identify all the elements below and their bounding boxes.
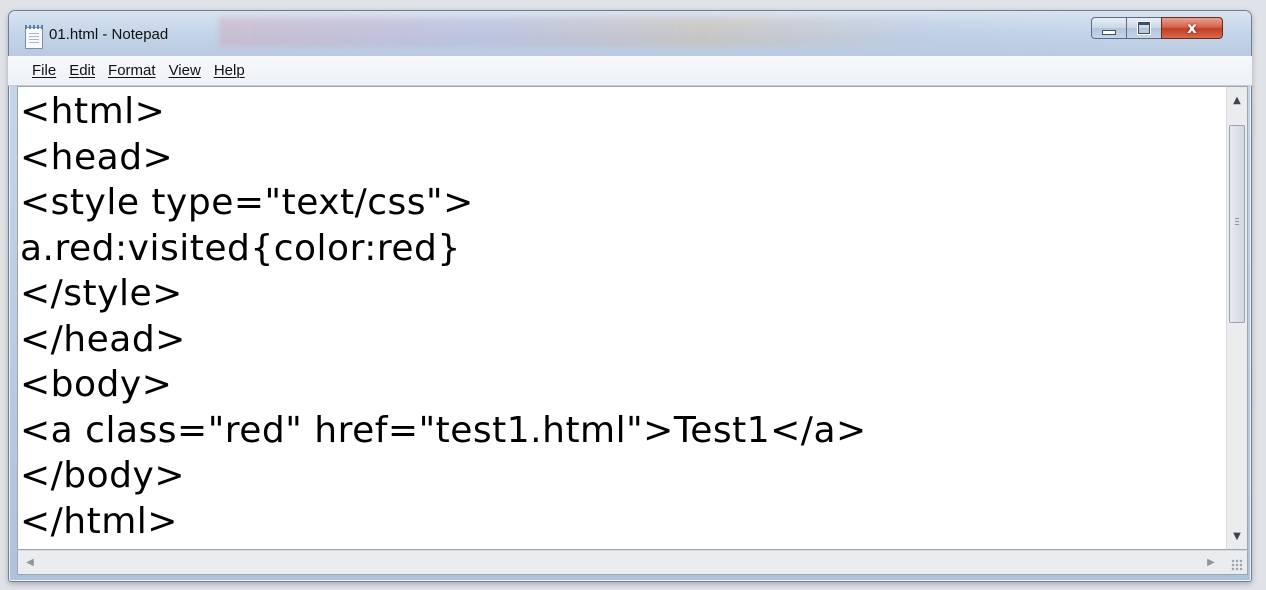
scroll-right-arrow-icon[interactable]: ▶ — [1201, 551, 1221, 574]
code-line[interactable]: <a class="red" href="test1.html">Test1</… — [20, 408, 1226, 454]
menu-file[interactable]: File — [32, 62, 56, 79]
scroll-up-arrow-icon[interactable]: ▲ — [1227, 91, 1247, 109]
code-line[interactable]: </html> — [20, 499, 1226, 545]
window-title: 01.html - Notepad — [49, 26, 169, 43]
code-line[interactable]: </style> — [20, 271, 1226, 317]
minimize-icon — [1102, 29, 1116, 35]
title-bar-background — [219, 17, 1099, 47]
menu-format[interactable]: Format — [108, 62, 156, 79]
menu-edit[interactable]: Edit — [69, 62, 95, 79]
code-line[interactable]: <body> — [20, 362, 1226, 408]
scroll-left-arrow-icon[interactable]: ◀ — [20, 551, 40, 574]
maximize-icon — [1138, 22, 1150, 34]
title-bar[interactable]: 01.html - Notepad x — [9, 11, 1251, 59]
maximize-button[interactable] — [1126, 17, 1162, 39]
vertical-scrollbar[interactable]: ▲ ▼ — [1226, 86, 1248, 550]
scroll-down-arrow-icon[interactable]: ▼ — [1227, 527, 1247, 545]
menu-view[interactable]: View — [169, 62, 201, 79]
close-icon: x — [1187, 19, 1197, 37]
code-line[interactable]: <head> — [20, 135, 1226, 181]
resize-grip-icon[interactable] — [1231, 559, 1243, 571]
menu-help[interactable]: Help — [214, 62, 245, 79]
code-content[interactable]: <html> <head> <style type="text/css"> a.… — [18, 87, 1226, 544]
minimize-button[interactable] — [1091, 17, 1127, 39]
code-line[interactable]: </head> — [20, 317, 1226, 363]
code-line[interactable]: a.red:visited{color:red} — [20, 226, 1226, 272]
menu-bar: File Edit Format View Help — [8, 56, 1252, 86]
vertical-scroll-thumb[interactable] — [1229, 125, 1245, 323]
close-button[interactable]: x — [1161, 17, 1223, 39]
horizontal-scrollbar[interactable]: ◀ ▶ — [17, 550, 1248, 575]
grip-icon — [1235, 218, 1239, 225]
code-line[interactable]: <style type="text/css"> — [20, 180, 1226, 226]
notepad-icon[interactable] — [25, 25, 43, 49]
text-editor[interactable]: <html> <head> <style type="text/css"> a.… — [17, 86, 1226, 550]
code-line[interactable]: </body> — [20, 453, 1226, 499]
code-line[interactable]: <html> — [20, 89, 1226, 135]
